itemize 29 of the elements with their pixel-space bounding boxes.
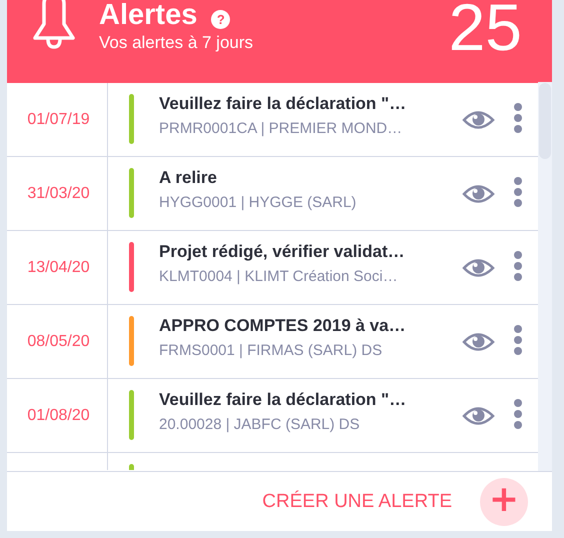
alert-date: 01/08/20 bbox=[7, 379, 108, 452]
alert-title[interactable]: Veuillez faire la déclaration "… bbox=[159, 94, 449, 114]
alert-detail: KLMT0004 | KLIMT Création Soci… bbox=[159, 268, 399, 285]
eye-icon[interactable] bbox=[462, 257, 495, 279]
more-options-icon[interactable] bbox=[514, 399, 522, 429]
more-options-icon[interactable] bbox=[514, 177, 522, 207]
panel-subtitle: Vos alertes à 7 jours bbox=[99, 33, 254, 53]
more-options-icon[interactable] bbox=[514, 325, 522, 355]
more-options-icon[interactable] bbox=[514, 103, 522, 133]
panel-title: Alertes bbox=[99, 0, 198, 33]
eye-icon[interactable] bbox=[462, 183, 495, 205]
alert-title[interactable]: Veuillez faire la déclaration "… bbox=[159, 390, 449, 410]
eye-icon[interactable] bbox=[462, 405, 495, 427]
alert-date: 01/07/19 bbox=[7, 83, 108, 156]
alert-detail: PRMR0001CA | PREMIER MOND… bbox=[159, 120, 404, 137]
alert-detail: HYGG0001 | HYGGE (SARL) bbox=[159, 194, 358, 211]
alert-date: 13/04/20 bbox=[7, 231, 108, 304]
alert-date: 31/03/20 bbox=[7, 157, 108, 230]
alert-detail: 20.00028 | JABFC (SARL) DS bbox=[159, 416, 361, 433]
eye-icon[interactable] bbox=[462, 331, 495, 353]
alert-detail: FRMS0001 | FIRMAS (SARL) DS bbox=[159, 342, 384, 359]
alert-title[interactable]: Projet rédigé, vérifier validat… bbox=[159, 242, 449, 262]
alert-title[interactable]: APPRO COMPTES 2019 à va… bbox=[159, 316, 449, 336]
more-options-icon[interactable] bbox=[514, 251, 522, 281]
eye-icon[interactable] bbox=[462, 109, 495, 131]
scrollbar-thumb[interactable] bbox=[539, 83, 551, 159]
alert-date: 08/05/20 bbox=[7, 305, 108, 378]
alert-count: 25 bbox=[448, 0, 522, 60]
alert-title[interactable]: A relire bbox=[159, 168, 449, 188]
